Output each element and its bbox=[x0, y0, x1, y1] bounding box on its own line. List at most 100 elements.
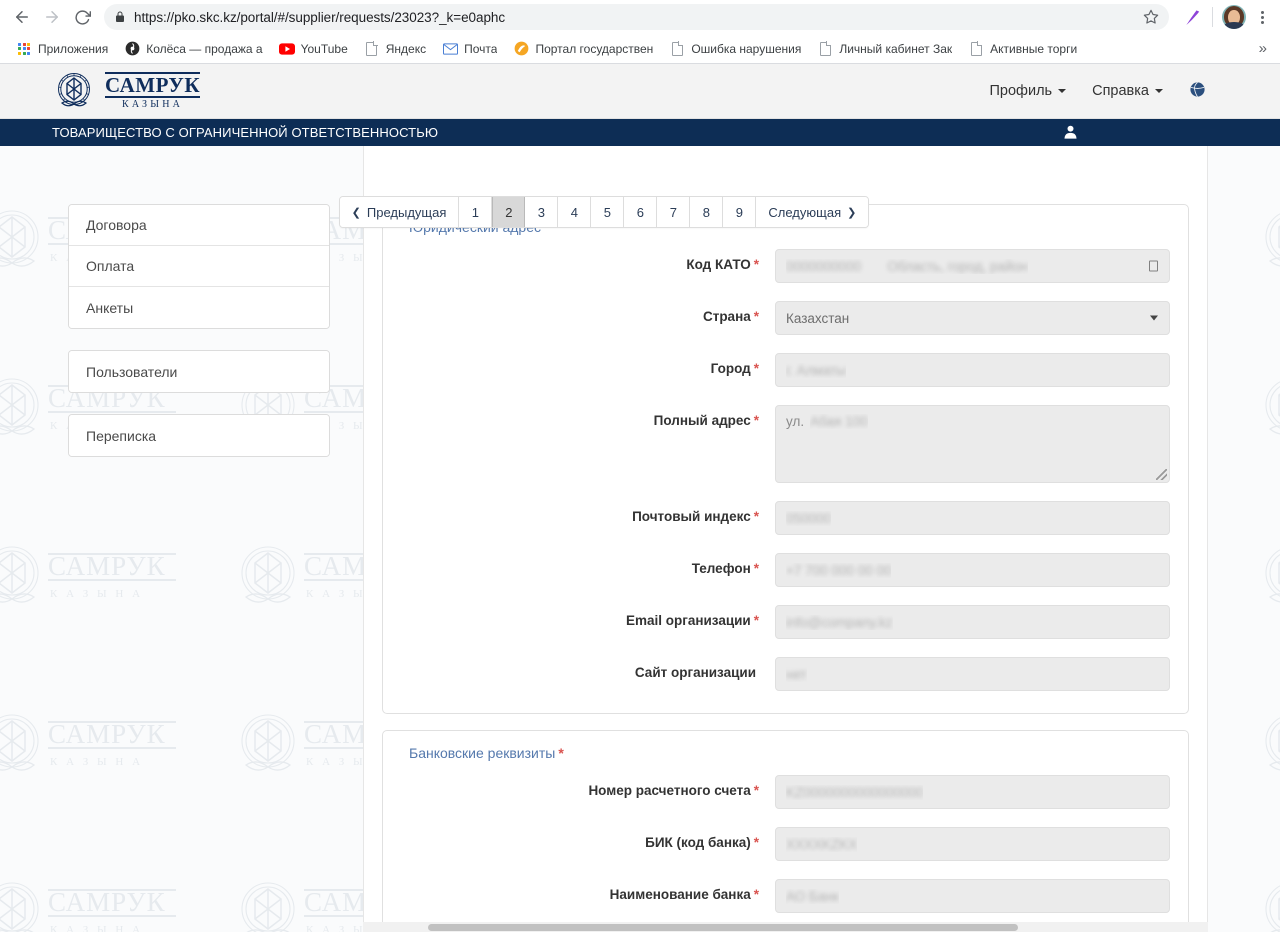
field-label-text: Номер расчетного счета bbox=[588, 783, 750, 798]
redacted-value: XXXXKZKX bbox=[786, 837, 857, 852]
bookmark-apps[interactable]: Приложения bbox=[9, 38, 115, 60]
bookmark-oshibka[interactable]: Ошибка нарушения bbox=[662, 38, 808, 60]
country-select[interactable]: Казахстан bbox=[775, 301, 1170, 335]
nav-item-help[interactable]: Справка bbox=[1092, 83, 1163, 99]
pagination-page-6[interactable]: 6 bbox=[624, 197, 657, 227]
bookmark-label: Почта bbox=[464, 42, 497, 56]
sidebar-group-3: Переписка bbox=[68, 414, 330, 457]
pagination-page-8[interactable]: 8 bbox=[690, 197, 723, 227]
required-marker: * bbox=[754, 309, 759, 324]
back-arrow-icon[interactable] bbox=[8, 3, 36, 31]
avatar-icon[interactable] bbox=[1222, 5, 1246, 29]
required-marker: * bbox=[754, 257, 759, 272]
organization-website-input[interactable]: нет bbox=[775, 657, 1170, 691]
pagination-next[interactable]: Следующая ❯ bbox=[756, 197, 868, 227]
pagination-page-3[interactable]: 3 bbox=[525, 197, 558, 227]
main-panel: Юридический адрес* Код КАТО* 0000000000 … bbox=[363, 146, 1208, 932]
language-switcher[interactable] bbox=[1189, 81, 1206, 102]
site-logo[interactable]: САМРУК КАЗЫНА bbox=[52, 70, 200, 112]
full-address-textarea[interactable]: ул. Абая 100 bbox=[775, 405, 1170, 483]
book-lookup-icon[interactable] bbox=[1149, 261, 1158, 272]
bookmark-egov[interactable]: Портал государствен bbox=[506, 38, 660, 60]
bookmark-lk-zakazchika[interactable]: Личный кабинет Зак bbox=[810, 38, 959, 60]
field-control: г. Алматы bbox=[775, 353, 1170, 387]
pagination-page-7[interactable]: 7 bbox=[657, 197, 690, 227]
field-label: Номер расчетного счета* bbox=[401, 775, 775, 799]
apps-grid-icon bbox=[16, 41, 32, 57]
pagination-prev[interactable]: ❮ Предыдущая bbox=[340, 197, 460, 227]
account-number-input[interactable]: KZ0000000000000000 bbox=[775, 775, 1170, 809]
horizontal-scrollbar[interactable] bbox=[363, 922, 1208, 932]
bookmarks-overflow-icon[interactable]: » bbox=[1259, 40, 1271, 57]
bik-input[interactable]: XXXXKZKX bbox=[775, 827, 1170, 861]
field-row-account-number: Номер расчетного счета* KZ00000000000000… bbox=[401, 775, 1170, 809]
kato-code-input[interactable]: 0000000000 Область, город, район bbox=[775, 249, 1170, 283]
pagination-page-label: 6 bbox=[637, 205, 644, 220]
pagination-page-5[interactable]: 5 bbox=[591, 197, 624, 227]
full-address-value: ул. bbox=[786, 414, 804, 429]
field-row-bank-name: Наименование банка* АО Банк bbox=[401, 879, 1170, 913]
field-row-bik: БИК (код банка)* XXXXKZKX bbox=[401, 827, 1170, 861]
field-row-email: Email организации* info@company.kz bbox=[401, 605, 1170, 639]
bookmark-koleso[interactable]: Колёса — продажа а bbox=[117, 38, 269, 60]
page-root: САМРУК КАЗЫНА Профиль Справка ТОВАРИЩЕСТ… bbox=[0, 64, 1280, 932]
logo-title: САМРУК bbox=[105, 72, 200, 98]
field-label: Код КАТО* bbox=[401, 249, 775, 273]
pen-icon[interactable] bbox=[1181, 6, 1203, 28]
redacted-value: KZ0000000000000000 bbox=[786, 785, 923, 800]
redacted-value: info@company.kz bbox=[786, 615, 893, 630]
field-label-text: Наименование банка bbox=[610, 887, 751, 902]
field-control: ул. Абая 100 bbox=[775, 405, 1170, 483]
bookmark-aktivnye-torgi[interactable]: Активные торги bbox=[961, 38, 1084, 60]
address-bar[interactable]: https://pko.skc.kz/portal/#/supplier/req… bbox=[104, 4, 1169, 30]
pagination-page-2[interactable]: 2 bbox=[492, 197, 525, 227]
bookmark-yandex[interactable]: Яндекс bbox=[357, 38, 433, 60]
bookmarks-bar: Приложения Колёса — продажа а YouTube Ян… bbox=[0, 34, 1280, 63]
forward-arrow-icon[interactable] bbox=[38, 3, 66, 31]
sidebar-item-oplata[interactable]: Оплата bbox=[69, 246, 329, 287]
bookmark-label: Приложения bbox=[38, 42, 108, 56]
field-control: XXXXKZKX bbox=[775, 827, 1170, 861]
pagination-page-9[interactable]: 9 bbox=[723, 197, 756, 227]
pagination-page-4[interactable]: 4 bbox=[558, 197, 591, 227]
mail-icon bbox=[442, 41, 458, 57]
pagination-page-1[interactable]: 1 bbox=[459, 197, 492, 227]
form-container: Юридический адрес* Код КАТО* 0000000000 … bbox=[364, 146, 1207, 932]
nav-item-profile[interactable]: Профиль bbox=[990, 83, 1067, 99]
bank-name-input[interactable]: АО Банк bbox=[775, 879, 1170, 913]
field-label: Email организации* bbox=[401, 605, 775, 629]
field-label: Почтовый индекс* bbox=[401, 501, 775, 525]
sidebar-item-ankety[interactable]: Анкеты bbox=[69, 287, 329, 328]
field-label: Телефон* bbox=[401, 553, 775, 577]
field-control: Казахстан bbox=[775, 301, 1170, 335]
field-control: 0000000000 Область, город, район bbox=[775, 249, 1170, 283]
field-row-website: Сайт организации нет bbox=[401, 657, 1170, 691]
resize-handle[interactable] bbox=[1156, 469, 1167, 480]
bookmark-mail[interactable]: Почта bbox=[435, 38, 504, 60]
phone-input[interactable]: +7 700 000 00 00 bbox=[775, 553, 1170, 587]
field-label: Наименование банка* bbox=[401, 879, 775, 903]
bookmark-label: Активные торги bbox=[990, 42, 1077, 56]
three-dots-menu-icon[interactable] bbox=[1252, 11, 1272, 24]
user-icon[interactable] bbox=[1062, 123, 1079, 145]
field-control: АО Банк bbox=[775, 879, 1170, 913]
chevron-down-icon bbox=[1155, 89, 1163, 93]
pagination-page-label: 3 bbox=[538, 205, 545, 220]
star-icon[interactable] bbox=[1143, 9, 1159, 25]
field-label-text: Сайт организации bbox=[635, 665, 756, 680]
postal-code-input[interactable]: 050000 bbox=[775, 501, 1170, 535]
organization-email-input[interactable]: info@company.kz bbox=[775, 605, 1170, 639]
bookmark-youtube[interactable]: YouTube bbox=[272, 38, 355, 60]
city-input[interactable]: г. Алматы bbox=[775, 353, 1170, 387]
required-marker: * bbox=[754, 413, 759, 428]
sidebar-item-perepiska[interactable]: Переписка bbox=[69, 415, 329, 456]
field-row-phone: Телефон* +7 700 000 00 00 bbox=[401, 553, 1170, 587]
sidebar-item-polzovateli[interactable]: Пользователи bbox=[69, 351, 329, 392]
reload-icon[interactable] bbox=[68, 3, 96, 31]
redacted-value: 050000 bbox=[786, 511, 831, 526]
redacted-value: +7 700 000 00 00 bbox=[786, 563, 891, 578]
browser-chrome: https://pko.skc.kz/portal/#/supplier/req… bbox=[0, 0, 1280, 64]
scrollbar-thumb[interactable] bbox=[428, 924, 1018, 931]
pagination-page-label: 9 bbox=[736, 205, 743, 220]
field-label-text: Полный адрес bbox=[654, 413, 751, 428]
